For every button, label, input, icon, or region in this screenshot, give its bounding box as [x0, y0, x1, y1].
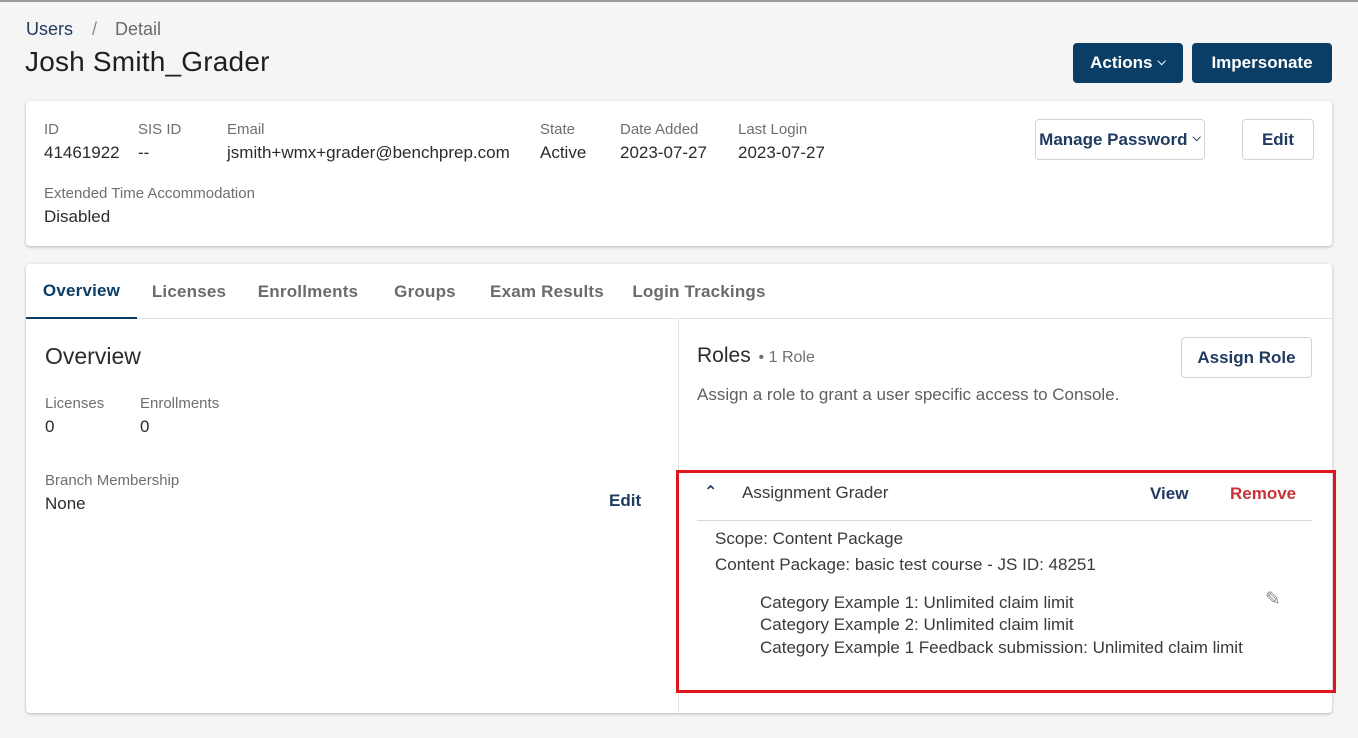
assign-role-button[interactable]: Assign Role	[1181, 337, 1312, 378]
field-last-login-label: Last Login	[738, 121, 808, 138]
breadcrumb-users-link[interactable]: Users	[26, 19, 73, 40]
overview-title: Overview	[45, 343, 141, 369]
breadcrumb-current: Detail	[115, 19, 162, 39]
manage-password-button[interactable]: Manage Password ⌵	[1035, 119, 1205, 160]
branch-membership-value: None	[45, 494, 86, 513]
tab-login-trackings[interactable]: Login Trackings	[626, 264, 772, 319]
overview-licenses-label: Licenses	[45, 395, 105, 412]
impersonate-button[interactable]: Impersonate	[1192, 43, 1332, 83]
breadcrumb: Users / Detail	[26, 19, 161, 40]
roles-description: Assign a role to grant a user specific a…	[697, 385, 1120, 404]
field-extended-time-label: Extended Time Accommodation	[44, 185, 255, 202]
field-id-value: 41461922	[44, 143, 120, 162]
actions-button[interactable]: Actions ⌵	[1073, 43, 1183, 83]
edit-branch-link[interactable]: Edit	[609, 491, 641, 511]
field-email: Email jsmith+wmx+grader@benchprep.com	[227, 121, 510, 164]
role-scope: Scope: Content Package	[715, 529, 904, 548]
manage-password-label: Manage Password	[1039, 129, 1188, 149]
overview-enrollments: Enrollments 0	[140, 395, 219, 438]
impersonate-button-label: Impersonate	[1211, 53, 1313, 72]
remove-role-link[interactable]: Remove	[1230, 484, 1296, 504]
field-id-label: ID	[44, 121, 59, 138]
field-sis-id-value: --	[138, 143, 150, 162]
tab-licenses[interactable]: Licenses	[144, 264, 234, 319]
roles-count: • 1 Role	[758, 349, 815, 366]
breadcrumb-separator: /	[92, 19, 98, 39]
page-title: Josh Smith_Grader	[25, 46, 270, 77]
role-content-package: Content Package: basic test course - JS …	[715, 555, 1096, 574]
field-date-added-value: 2023-07-27	[620, 143, 707, 162]
edit-user-label: Edit	[1261, 129, 1295, 149]
tab-groups[interactable]: Groups	[386, 264, 464, 319]
field-extended-time: Extended Time Accommodation Disabled	[44, 185, 255, 228]
tab-enrollments[interactable]: Enrollments	[250, 264, 366, 319]
field-last-login: Last Login 2023-07-27	[738, 121, 825, 164]
tab-overview[interactable]: Overview	[26, 264, 137, 319]
main-card: Overview Licenses Enrollments Groups Exa…	[26, 264, 1336, 713]
roles-title-label: Roles	[697, 344, 751, 367]
view-role-link[interactable]: View	[1150, 484, 1188, 504]
field-extended-time-value: Disabled	[44, 207, 111, 226]
overview-enrollments-value: 0	[140, 417, 150, 436]
actions-button-label: Actions	[1090, 53, 1153, 72]
field-sis-id-label: SIS ID	[138, 121, 182, 138]
role-name: Assignment Grader	[742, 483, 889, 502]
field-state: State Active	[540, 121, 586, 164]
user-info-card: ID 41461922 SIS ID -- Email jsmith+wmx+g…	[26, 101, 1332, 246]
role-category-line: Category Example 2: Unlimited claim limi…	[760, 615, 1074, 634]
assign-role-label: Assign Role	[1197, 347, 1296, 367]
field-state-value: Active	[540, 143, 587, 162]
field-last-login-value: 2023-07-27	[738, 143, 825, 162]
overview-licenses: Licenses 0	[45, 395, 104, 438]
chevron-up-icon[interactable]: ⌃	[704, 482, 717, 502]
field-id: ID 41461922	[44, 121, 120, 164]
role-category-line: Category Example 1: Unlimited claim limi…	[760, 593, 1074, 612]
field-state-label: State	[540, 121, 576, 138]
field-date-added-label: Date Added	[620, 121, 699, 138]
roles-title: Roles • 1 Role	[697, 344, 815, 368]
role-divider	[697, 520, 1312, 521]
field-sis-id: SIS ID --	[138, 121, 181, 164]
overview-branch-membership: Branch Membership None	[45, 472, 179, 515]
overview-licenses-value: 0	[45, 417, 55, 436]
edit-user-button[interactable]: Edit	[1242, 119, 1314, 160]
pencil-icon[interactable]: ✎	[1265, 588, 1281, 611]
top-border	[0, 0, 1358, 2]
field-date-added: Date Added 2023-07-27	[620, 121, 707, 164]
role-item-assignment-grader: ⌃ Assignment Grader View Remove Scope: C…	[676, 470, 1336, 693]
field-email-label: Email	[227, 121, 265, 138]
field-email-value: jsmith+wmx+grader@benchprep.com	[227, 143, 510, 162]
tab-bar: Overview Licenses Enrollments Groups Exa…	[26, 264, 1332, 319]
chevron-down-icon: ⌵	[1192, 132, 1201, 144]
branch-membership-label: Branch Membership	[45, 472, 180, 489]
chevron-down-icon: ⌵	[1157, 55, 1166, 68]
role-category-line: Category Example 1 Feedback submission: …	[760, 638, 1243, 657]
overview-enrollments-label: Enrollments	[140, 395, 220, 412]
tab-exam-results[interactable]: Exam Results	[484, 264, 610, 319]
